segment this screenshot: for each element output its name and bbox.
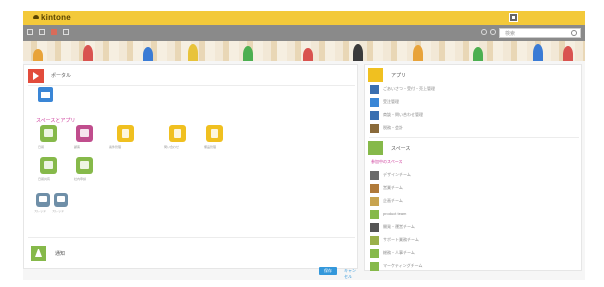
divider — [369, 137, 579, 138]
banner-pencil — [33, 49, 43, 61]
header-banner-image — [23, 41, 585, 61]
home-icon[interactable] — [27, 29, 33, 35]
app-report-share-icon[interactable] — [40, 157, 57, 174]
app-item-icon — [370, 85, 379, 94]
list-item-label: 受注管理 — [383, 99, 399, 104]
app-item-icon — [370, 111, 379, 120]
divider — [28, 237, 355, 238]
space-item-icon — [370, 236, 379, 245]
app-list-icon — [368, 68, 383, 82]
app-label: 日報共有 — [38, 177, 51, 181]
portal-title: ポータル — [51, 73, 72, 79]
space-subtitle: 参加中のスペース — [371, 159, 403, 164]
portal-panel: ポータル スペースとアプリ 日報 顧客 案件管理 問い合わせ 備品管理 日報共有… — [23, 64, 358, 279]
app-item-icon — [370, 124, 379, 133]
list-item-label: 商談・問い合わせ管理 — [383, 112, 423, 117]
banner-pencil — [563, 46, 573, 61]
help-icon[interactable] — [481, 29, 487, 35]
favorite-icon[interactable] — [63, 29, 69, 35]
app-label: スレッド — [52, 209, 65, 213]
list-item-label: 総務・人事チーム — [383, 250, 415, 255]
list-item-label: マーケティングチーム — [383, 263, 423, 268]
thread-icon[interactable] — [54, 193, 68, 207]
notification-icon[interactable] — [51, 29, 57, 35]
banner-pencil — [143, 47, 153, 61]
space-item-icon — [370, 262, 379, 271]
space-item-icon — [370, 210, 379, 219]
list-item-label: 税務・会計 — [383, 125, 403, 130]
header-bar: kintone — [23, 11, 585, 25]
search-placeholder: 検索 — [505, 31, 516, 37]
portal-flag-icon — [28, 69, 44, 83]
app-label: 問い合わせ — [164, 145, 180, 149]
list-item-label: 企画チーム — [383, 198, 403, 203]
space-section-label: スペースとアプリ — [36, 118, 76, 124]
app-nippo-icon[interactable] — [40, 125, 57, 142]
banner-pencil — [413, 45, 423, 61]
list-item-label: 開発・運営チーム — [383, 224, 415, 229]
app-label: 備品管理 — [204, 145, 217, 149]
banner-pencil — [188, 44, 198, 61]
notice-section: 通知 — [28, 245, 355, 263]
space-item-icon — [370, 197, 379, 206]
calendar-icon[interactable] — [38, 87, 53, 102]
search-input[interactable]: 検索 — [499, 28, 581, 38]
kintone-logo[interactable]: kintone — [33, 13, 71, 22]
nav-bar: 検索 — [23, 25, 585, 41]
list-item-label: サポート業務チーム — [383, 237, 419, 242]
banner-pencil — [473, 47, 483, 61]
app-equipment-icon[interactable] — [206, 125, 223, 142]
app-label: 日報 — [38, 145, 45, 149]
list-item-label: product team — [383, 211, 407, 216]
sidebar-panel: アプリ ごあいさつ・受付・売上管理 受注管理 商談・問い合わせ管理 税務・会計 … — [364, 64, 582, 271]
list-item-label: 営業チーム — [383, 185, 403, 190]
space-item-icon — [370, 223, 379, 232]
people-icon[interactable] — [39, 29, 45, 35]
list-item-label: デザインチーム — [383, 172, 411, 177]
divider — [28, 85, 355, 86]
banner-pencil — [243, 46, 253, 61]
app-label: 案件管理 — [109, 145, 122, 149]
space-item-icon — [370, 184, 379, 193]
logo-mark-icon — [33, 15, 39, 19]
app-section-title: アプリ — [391, 73, 407, 79]
app-label: スレッド — [34, 209, 47, 213]
bell-icon — [31, 246, 46, 261]
app-label: 社内申請 — [74, 177, 87, 181]
notice-label: 通知 — [55, 251, 66, 257]
user-icon — [512, 16, 515, 19]
banner-pencil — [83, 45, 93, 61]
banner-pencil — [353, 44, 363, 61]
app-request-icon[interactable] — [76, 157, 93, 174]
app-label: 顧客 — [74, 145, 81, 149]
banner-pencil — [533, 44, 543, 61]
space-section-title: スペース — [391, 146, 411, 152]
user-avatar[interactable] — [509, 13, 518, 22]
save-button[interactable]: 保存 — [319, 267, 337, 275]
settings-icon[interactable] — [490, 29, 496, 35]
thread-icon[interactable] — [36, 193, 50, 207]
space-item-icon — [370, 171, 379, 180]
search-icon[interactable] — [571, 30, 577, 36]
app-customer-icon[interactable] — [76, 125, 93, 142]
logo-text: kintone — [41, 13, 71, 22]
space-item-icon — [370, 249, 379, 258]
app-deal-icon[interactable] — [117, 125, 134, 142]
app-item-icon — [370, 98, 379, 107]
space-list-icon — [368, 141, 383, 155]
cancel-link[interactable]: キャンセル — [344, 268, 357, 280]
banner-pencil — [303, 48, 313, 61]
app-inquiry-icon[interactable] — [169, 125, 186, 142]
list-item-label: ごあいさつ・受付・売上管理 — [383, 86, 435, 91]
